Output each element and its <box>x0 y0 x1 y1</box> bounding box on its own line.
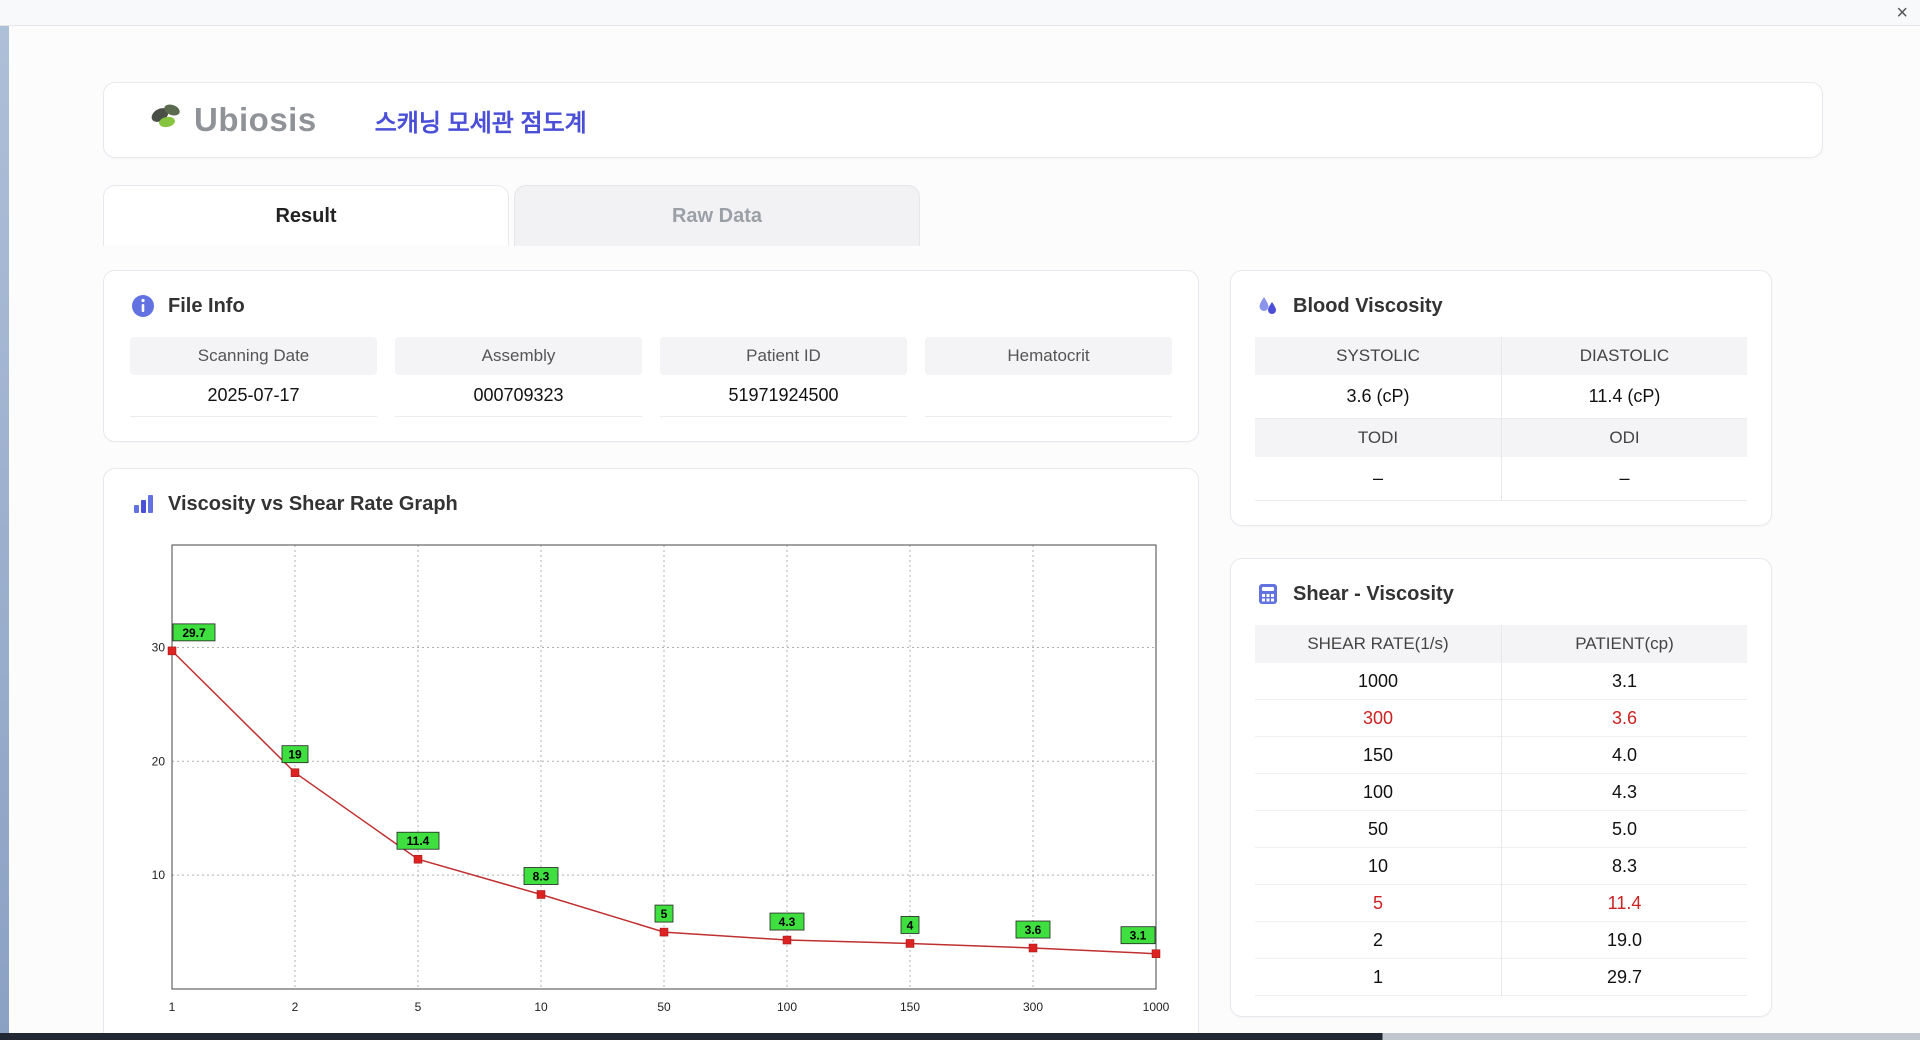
systolic-value: 3.6 (cP) <box>1255 375 1501 419</box>
field-assembly: Assembly 000709323 <box>395 337 642 417</box>
todi-header: TODI <box>1255 419 1501 457</box>
table-cell-rate: 150 <box>1255 737 1501 774</box>
main-page: Ubiosis 스캐닝 모세관 점도계 Result Raw Data File… <box>9 26 1920 1033</box>
todi-value: – <box>1255 457 1501 501</box>
svg-text:3.6: 3.6 <box>1025 923 1042 937</box>
logo-text: Ubiosis <box>194 101 317 138</box>
shear-viscosity-card: Shear - Viscosity SHEAR RATE(1/s) PATIEN… <box>1230 558 1772 1017</box>
svg-text:100: 100 <box>777 1000 797 1014</box>
svg-text:4.3: 4.3 <box>779 915 796 929</box>
column-header-patient: PATIENT(cp) <box>1501 625 1747 663</box>
tab-raw-data[interactable]: Raw Data <box>514 185 920 246</box>
svg-text:19: 19 <box>288 748 302 762</box>
svg-text:5: 5 <box>661 907 668 921</box>
calculator-icon <box>1255 581 1281 607</box>
odi-header: ODI <box>1501 419 1747 457</box>
info-icon <box>130 293 156 319</box>
odi-value: – <box>1501 457 1747 501</box>
diastolic-value: 11.4 (cP) <box>1501 375 1747 419</box>
table-cell-patient: 3.6 <box>1501 700 1747 737</box>
svg-text:50: 50 <box>657 1000 671 1014</box>
svg-text:3.1: 3.1 <box>1130 929 1147 943</box>
viscosity-graph-card: Viscosity vs Shear Rate Graph 10 20 30 1 2 5 1… <box>103 468 1199 1033</box>
window-left-edge <box>0 26 9 1033</box>
svg-text:20: 20 <box>152 754 166 768</box>
svg-text:2: 2 <box>292 1000 299 1014</box>
close-icon[interactable]: × <box>1896 2 1908 24</box>
graph-title: Viscosity vs Shear Rate Graph <box>168 492 458 515</box>
table-cell-patient: 19.0 <box>1501 922 1747 959</box>
file-info-title: File Info <box>168 294 245 317</box>
shear-viscosity-table: SHEAR RATE(1/s) PATIENT(cp) 1000 3.1 300… <box>1255 625 1747 996</box>
diastolic-header: DIASTOLIC <box>1501 337 1747 375</box>
field-value: 2025-07-17 <box>130 375 377 417</box>
field-label: Patient ID <box>660 337 907 375</box>
table-cell-rate: 100 <box>1255 774 1501 811</box>
shear-viscosity-title: Shear - Viscosity <box>1293 582 1454 605</box>
svg-text:1000: 1000 <box>1143 1000 1170 1014</box>
file-info-fields: Scanning Date 2025-07-17 Assembly 000709… <box>130 337 1172 417</box>
svg-text:29.7: 29.7 <box>182 626 206 640</box>
tab-bar: Result Raw Data <box>103 185 1823 246</box>
table-cell-patient: 3.1 <box>1501 663 1747 700</box>
svg-text:300: 300 <box>1023 1000 1043 1014</box>
blood-viscosity-table: SYSTOLIC DIASTOLIC 3.6 (cP) 11.4 (cP) TO… <box>1255 337 1747 501</box>
svg-text:4: 4 <box>907 918 914 932</box>
table-cell-patient: 29.7 <box>1501 959 1747 996</box>
leaf-logo-icon <box>151 104 180 128</box>
table-cell-patient: 8.3 <box>1501 848 1747 885</box>
svg-text:150: 150 <box>900 1000 920 1014</box>
svg-text:10: 10 <box>534 1000 548 1014</box>
field-hematocrit: Hematocrit <box>925 337 1172 417</box>
systolic-header: SYSTOLIC <box>1255 337 1501 375</box>
field-label: Scanning Date <box>130 337 377 375</box>
field-label: Hematocrit <box>925 337 1172 375</box>
table-cell-patient: 4.3 <box>1501 774 1747 811</box>
window-bottom-edge <box>0 1033 1920 1040</box>
bar-chart-icon <box>130 491 156 517</box>
field-value <box>925 375 1172 417</box>
table-cell-rate: 300 <box>1255 700 1501 737</box>
table-cell-rate: 1000 <box>1255 663 1501 700</box>
field-patient-id: Patient ID 51971924500 <box>660 337 907 417</box>
tab-result[interactable]: Result <box>103 185 509 246</box>
field-label: Assembly <box>395 337 642 375</box>
window-titlebar: × <box>0 0 1920 26</box>
blood-viscosity-card: Blood Viscosity SYSTOLIC DIASTOLIC 3.6 (… <box>1230 270 1772 526</box>
field-value: 000709323 <box>395 375 642 417</box>
svg-text:5: 5 <box>415 1000 422 1014</box>
svg-text:30: 30 <box>152 640 166 654</box>
svg-text:1: 1 <box>169 1000 176 1014</box>
svg-text:11.4: 11.4 <box>407 834 430 848</box>
table-cell-patient: 5.0 <box>1501 811 1747 848</box>
table-cell-rate: 10 <box>1255 848 1501 885</box>
column-header-shear-rate: SHEAR RATE(1/s) <box>1255 625 1501 663</box>
table-cell-rate: 2 <box>1255 922 1501 959</box>
field-scanning-date: Scanning Date 2025-07-17 <box>130 337 377 417</box>
table-cell-rate: 5 <box>1255 885 1501 922</box>
page-title: 스캐닝 모세관 점도계 <box>374 109 587 137</box>
table-cell-rate: 50 <box>1255 811 1501 848</box>
table-cell-patient: 4.0 <box>1501 737 1747 774</box>
app-header: Ubiosis 스캐닝 모세관 점도계 <box>103 82 1823 158</box>
svg-text:10: 10 <box>152 868 166 882</box>
field-value: 51971924500 <box>660 375 907 417</box>
blood-drop-icon <box>1255 293 1281 319</box>
svg-text:8.3: 8.3 <box>533 870 550 884</box>
file-info-card: File Info Scanning Date 2025-07-17 Assem… <box>103 270 1199 442</box>
blood-viscosity-title: Blood Viscosity <box>1293 294 1443 317</box>
table-cell-patient: 11.4 <box>1501 885 1747 922</box>
table-cell-rate: 1 <box>1255 959 1501 996</box>
ubiosis-logo: Ubiosis <box>146 100 317 140</box>
viscosity-chart: 10 20 30 1 2 5 10 50 100 150 300 1000 29.7 19 11.4 8.3 5… <box>152 544 1170 1014</box>
